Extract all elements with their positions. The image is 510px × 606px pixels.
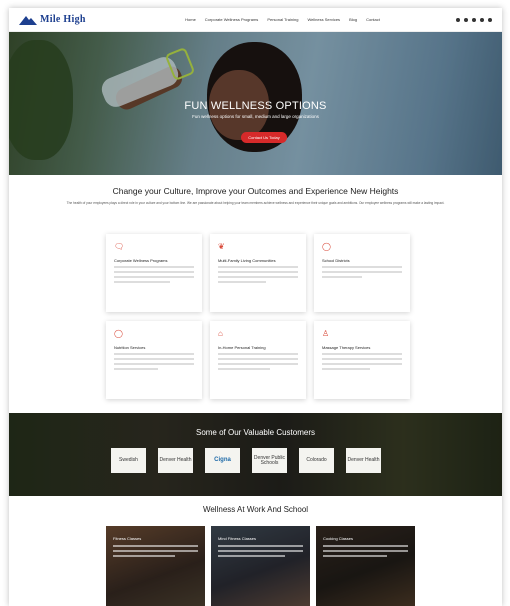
wellness-card-title: Mind Fitness Classes [218,536,257,541]
service-card[interactable]: ❦ Multi-Family Living Communities [210,234,306,312]
site-header: Mile High Home Corporate Wellness Progra… [9,8,502,32]
linkedin-icon[interactable] [472,17,476,22]
customer-logo: Swedish [111,448,146,473]
wellness-card[interactable]: Mind Fitness Classes [211,526,310,606]
service-card[interactable]: ◯ School Districts [314,234,410,312]
nav-corporate-wellness[interactable]: Corporate Wellness Programs [205,17,259,22]
service-title: Nutrition Services [114,345,146,350]
house-icon: ⌂ [218,329,223,338]
instagram-icon[interactable] [480,17,484,22]
customers-title: Some of Our Valuable Customers [195,428,315,437]
contact-us-button[interactable]: Contact Us Today [241,132,287,143]
service-card[interactable]: 🗨 Corporate Wellness Programs [106,234,202,312]
apple-icon: ◯ [114,329,123,338]
hero-banner: FUN WELLNESS OPTIONS Fun wellness option… [9,32,502,175]
service-title: In-Home Personal Training [218,345,266,350]
social-links [456,17,492,22]
site-logo[interactable]: Mile High [19,14,109,25]
nav-personal-training[interactable]: Personal Training [267,17,298,22]
wellness-card-title: Fitness Classes [113,536,142,541]
service-card[interactable]: ⌂ In-Home Personal Training [210,321,306,399]
service-title: Corporate Wellness Programs [114,258,168,263]
wellness-title: Wellness At Work And School [202,505,309,514]
culture-section: Change your Culture, Improve your Outcom… [9,175,502,206]
customer-logos: Swedish Denver Health Cigna Denver Publi… [111,448,381,473]
nav-blog[interactable]: Blog [349,17,357,22]
customer-logo: Colorado [299,448,334,473]
page-frame: Mile High Home Corporate Wellness Progra… [9,8,502,606]
nav-wellness-services[interactable]: Wellness Services [307,17,340,22]
logo-text: Mile High [40,14,86,25]
person-icon: ♙ [322,329,330,338]
wellness-section: Wellness At Work And School [9,496,502,514]
service-card[interactable]: ◯ Nutrition Services [106,321,202,399]
culture-title: Change your Culture, Improve your Outcom… [112,186,399,196]
services-grid: 🗨 Corporate Wellness Programs ❦ Multi-Fa… [106,234,420,399]
customer-logo: Denver Public Schools [252,448,287,473]
culture-body: The health of your employees plays a dir… [66,201,445,205]
customer-logo: Cigna [205,448,240,473]
customer-logo: Denver Health [346,448,381,473]
mountain-logo-icon [19,15,37,25]
service-card[interactable]: ♙ Massage Therapy Services [314,321,410,399]
youtube-icon[interactable] [488,17,492,22]
customers-section: Some of Our Valuable Customers Swedish D… [9,413,502,496]
nav-home[interactable]: Home [185,17,196,22]
main-nav: Home Corporate Wellness Programs Persona… [109,17,456,22]
service-title: Massage Therapy Services [322,345,371,350]
wellness-card-title: Cooking Classes [323,536,354,541]
hands-icon: ❦ [218,242,225,251]
wellness-card[interactable]: Fitness Classes [106,526,205,606]
hero-subtitle: Fun wellness options for small, medium a… [192,114,319,119]
twitter-icon[interactable] [464,17,468,22]
circle-icon: ◯ [322,242,331,251]
chat-bubble-icon: 🗨 [114,242,125,251]
nav-contact[interactable]: Contact [366,17,380,22]
facebook-icon[interactable] [456,17,460,22]
wellness-card[interactable]: Cooking Classes [316,526,415,606]
customer-logo: Denver Health [158,448,193,473]
wellness-cards: Fitness Classes Mind Fitness Classes Coo… [106,526,415,606]
hero-title: FUN WELLNESS OPTIONS [184,100,327,112]
service-title: School Districts [322,258,350,263]
service-title: Multi-Family Living Communities [218,258,276,263]
